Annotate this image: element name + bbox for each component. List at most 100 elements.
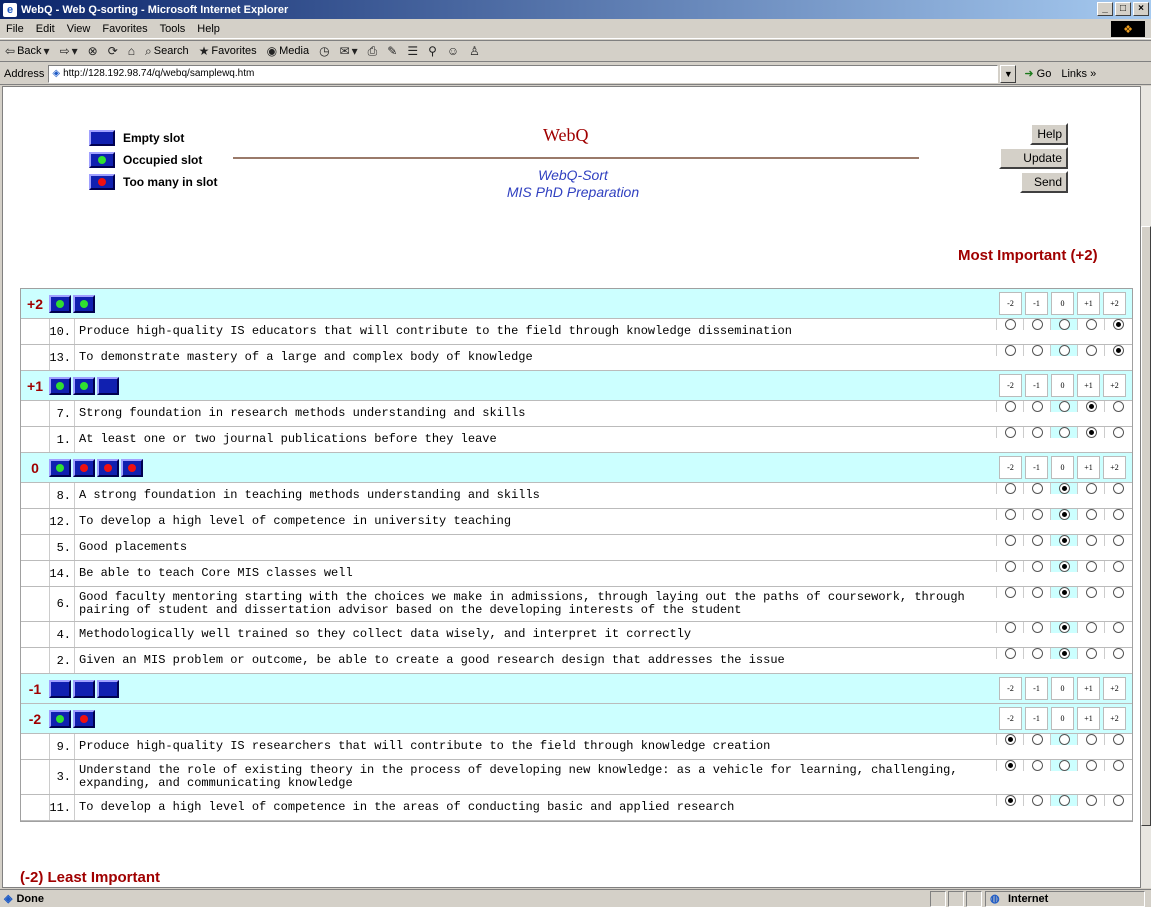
rating-radio[interactable] <box>1031 483 1043 494</box>
rating-radio[interactable] <box>1031 401 1043 412</box>
rating-radio[interactable] <box>1004 795 1016 806</box>
rating-radio[interactable] <box>1031 587 1043 598</box>
favorites-button[interactable]: ★ Favorites <box>199 44 257 58</box>
rating-radio[interactable] <box>1112 427 1124 438</box>
stop-button[interactable]: ⊗ <box>88 44 98 58</box>
menu-tools[interactable]: Tools <box>160 23 186 35</box>
menu-help[interactable]: Help <box>197 23 220 35</box>
rating-radio[interactable] <box>1004 587 1016 598</box>
vertical-scrollbar[interactable] <box>1141 86 1151 888</box>
address-input[interactable]: ◈ http://128.192.98.74/q/webq/samplewq.ht… <box>48 64 999 83</box>
rating-radio[interactable] <box>1058 561 1070 572</box>
rating-radio[interactable] <box>1031 795 1043 806</box>
address-dropdown[interactable]: ▼ <box>1000 64 1017 83</box>
rating-radio[interactable] <box>1031 535 1043 546</box>
rating-radio[interactable] <box>1004 509 1016 520</box>
links-button[interactable]: Links » <box>1061 68 1096 80</box>
back-button[interactable]: ⇦ Back ▾ <box>5 44 50 58</box>
refresh-button[interactable]: ⟳ <box>108 44 118 58</box>
rating-radio[interactable] <box>1058 483 1070 494</box>
rating-radio[interactable] <box>1058 535 1070 546</box>
rating-radio[interactable] <box>1031 427 1043 438</box>
rating-radio[interactable] <box>1031 734 1043 745</box>
menu-favorites[interactable]: Favorites <box>102 23 147 35</box>
rating-radio[interactable] <box>1112 561 1124 572</box>
rating-radio[interactable] <box>1058 648 1070 659</box>
rating-radio[interactable] <box>1085 319 1097 330</box>
rating-radio[interactable] <box>1058 734 1070 745</box>
menu-view[interactable]: View <box>67 23 91 35</box>
scrollbar-thumb[interactable] <box>1141 226 1151 826</box>
home-button[interactable]: ⌂ <box>128 44 135 58</box>
rating-radio[interactable] <box>1112 509 1124 520</box>
rating-radio[interactable] <box>1004 648 1016 659</box>
rating-radio[interactable] <box>1004 734 1016 745</box>
go-button[interactable]: ➜ Go <box>1024 67 1051 80</box>
rating-radio[interactable] <box>1112 319 1124 330</box>
rating-radio[interactable] <box>1085 795 1097 806</box>
rating-radio[interactable] <box>1085 622 1097 633</box>
rating-radio[interactable] <box>1031 760 1043 771</box>
rating-radio[interactable] <box>1112 401 1124 412</box>
rating-radio[interactable] <box>1085 760 1097 771</box>
rating-radio[interactable] <box>1004 345 1016 356</box>
rating-radio[interactable] <box>1004 483 1016 494</box>
rating-radio[interactable] <box>1085 561 1097 572</box>
help-button[interactable]: Help <box>1030 123 1068 145</box>
rating-radio[interactable] <box>1058 587 1070 598</box>
rating-radio[interactable] <box>1004 319 1016 330</box>
rating-radio[interactable] <box>1085 535 1097 546</box>
history-button[interactable]: ◷ <box>319 44 329 58</box>
rating-radio[interactable] <box>1004 561 1016 572</box>
menu-edit[interactable]: Edit <box>36 23 55 35</box>
rating-radio[interactable] <box>1112 734 1124 745</box>
rating-radio[interactable] <box>1031 345 1043 356</box>
minimize-button[interactable]: _ <box>1097 2 1113 16</box>
maximize-button[interactable]: □ <box>1115 2 1131 16</box>
rating-radio[interactable] <box>1031 319 1043 330</box>
rating-radio[interactable] <box>1058 509 1070 520</box>
print-button[interactable]: ⎙ <box>368 44 378 59</box>
rating-radio[interactable] <box>1058 401 1070 412</box>
mail-button[interactable]: ✉ ▾ <box>340 44 358 58</box>
rating-radio[interactable] <box>1112 795 1124 806</box>
rating-radio[interactable] <box>1085 587 1097 598</box>
rating-radio[interactable] <box>1085 509 1097 520</box>
rating-radio[interactable] <box>1085 427 1097 438</box>
rating-radio[interactable] <box>1112 535 1124 546</box>
rating-radio[interactable] <box>1031 509 1043 520</box>
edit-button[interactable]: ✎ <box>387 44 397 58</box>
close-button[interactable]: × <box>1133 2 1149 16</box>
rating-radio[interactable] <box>1085 734 1097 745</box>
rating-radio[interactable] <box>1058 427 1070 438</box>
menu-file[interactable]: File <box>6 23 24 35</box>
messenger-button[interactable]: ☺ <box>447 44 459 58</box>
user-button[interactable]: ♙ <box>469 44 480 58</box>
rating-radio[interactable] <box>1004 535 1016 546</box>
rating-radio[interactable] <box>1112 622 1124 633</box>
search-button[interactable]: ⌕ Search <box>145 44 189 59</box>
rating-radio[interactable] <box>1031 561 1043 572</box>
rating-radio[interactable] <box>1085 345 1097 356</box>
rating-radio[interactable] <box>1004 622 1016 633</box>
media-button[interactable]: ◉ Media <box>267 44 309 58</box>
rating-radio[interactable] <box>1058 345 1070 356</box>
rating-radio[interactable] <box>1085 648 1097 659</box>
rating-radio[interactable] <box>1112 345 1124 356</box>
rating-radio[interactable] <box>1112 483 1124 494</box>
rating-radio[interactable] <box>1004 427 1016 438</box>
rating-radio[interactable] <box>1058 760 1070 771</box>
rating-radio[interactable] <box>1085 401 1097 412</box>
rating-radio[interactable] <box>1004 760 1016 771</box>
rating-radio[interactable] <box>1058 622 1070 633</box>
rating-radio[interactable] <box>1085 483 1097 494</box>
forward-button[interactable]: ⇨ ▾ <box>60 44 78 58</box>
rating-radio[interactable] <box>1112 760 1124 771</box>
rating-radio[interactable] <box>1004 401 1016 412</box>
rating-radio[interactable] <box>1112 587 1124 598</box>
update-button[interactable]: Update <box>999 147 1068 169</box>
rating-radio[interactable] <box>1058 795 1070 806</box>
rating-radio[interactable] <box>1031 622 1043 633</box>
rating-radio[interactable] <box>1031 648 1043 659</box>
rating-radio[interactable] <box>1058 319 1070 330</box>
